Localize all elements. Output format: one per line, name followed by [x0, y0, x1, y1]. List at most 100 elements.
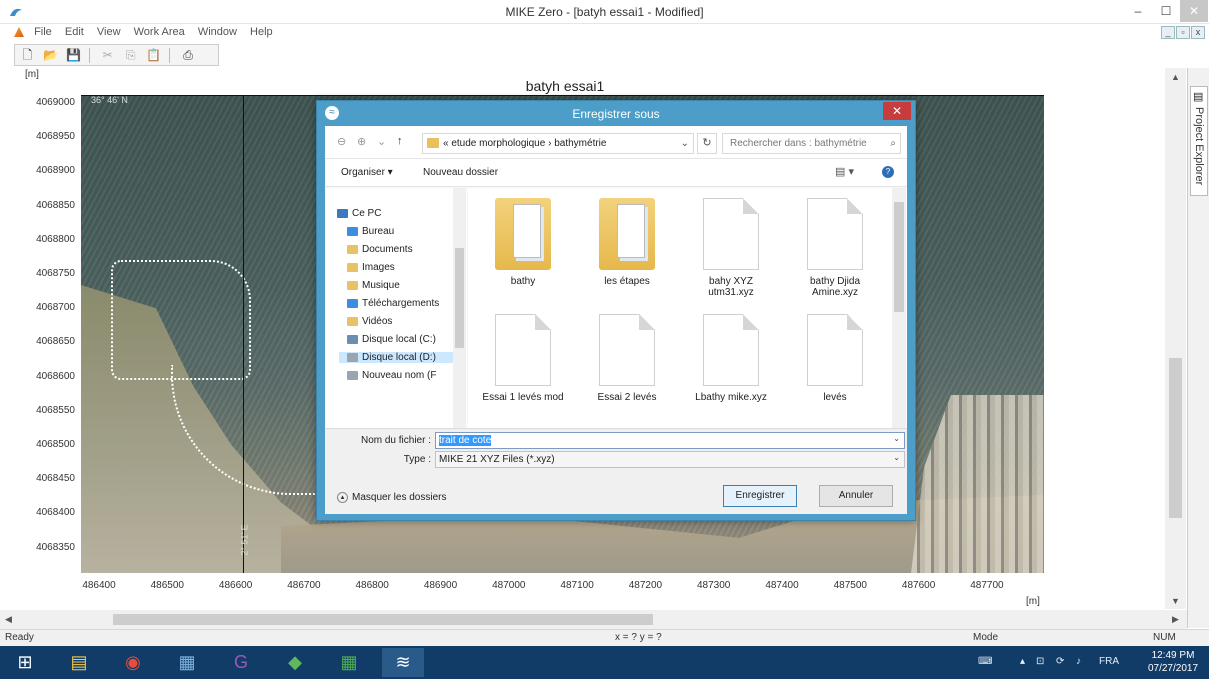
nav-item-disk-f[interactable]: Nouveau nom (F	[347, 370, 436, 381]
nav-item-disk-c[interactable]: Disque local (C:)	[347, 334, 436, 345]
scroll-up-icon[interactable]: ▲	[1171, 72, 1180, 82]
hide-folders-toggle[interactable]: ▴ Masquer les dossiers	[337, 492, 446, 503]
save-icon[interactable]: 💾	[66, 48, 81, 63]
chevron-down-icon[interactable]: ⌄	[893, 453, 900, 462]
menu-work-area[interactable]: Work Area	[129, 24, 190, 40]
menu-help[interactable]: Help	[245, 24, 278, 40]
mike-zero-task-icon[interactable]: ≋	[382, 648, 424, 677]
chrome-icon[interactable]: ◉	[112, 648, 154, 677]
file-item-bathy[interactable]: bathy	[478, 198, 568, 287]
nav-item-videos[interactable]: Vidéos	[347, 316, 392, 327]
keyboard-icon[interactable]: ⌨	[978, 656, 992, 667]
nav-scroll-thumb[interactable]	[455, 248, 464, 348]
scroll-right-icon[interactable]: ▶	[1172, 614, 1179, 625]
vertical-scroll-thumb[interactable]	[1169, 358, 1182, 518]
cancel-button[interactable]: Annuler	[819, 485, 893, 507]
sync-icon[interactable]: ⟳	[1056, 656, 1064, 667]
breadcrumb-bathymetrie[interactable]: bathymétrie	[554, 138, 606, 149]
nav-item-images[interactable]: Images	[347, 262, 395, 273]
nav-item-disk-d[interactable]: Disque local (D:)	[339, 352, 453, 363]
mdi-close-button[interactable]: x	[1191, 26, 1205, 39]
file-item-les-etapes[interactable]: les étapes	[582, 198, 672, 287]
x-tick-label: 486900	[423, 580, 458, 591]
file-item-essai1[interactable]: Essai 1 levés mod	[478, 314, 568, 403]
scroll-left-icon[interactable]: ◀	[5, 614, 12, 625]
save-button[interactable]: Enregistrer	[723, 485, 797, 507]
file-item-lbathy[interactable]: Lbathy mike.xyz	[686, 314, 776, 403]
menu-view[interactable]: View	[92, 24, 126, 40]
excel-icon[interactable]: ▦	[328, 648, 370, 677]
address-dropdown-icon[interactable]: ⌄	[681, 134, 689, 153]
scroll-down-icon[interactable]: ▼	[1171, 596, 1180, 606]
search-icon[interactable]: ⌕	[890, 134, 896, 153]
y-tick-label: 4068950	[36, 131, 75, 143]
horizontal-scroll-thumb[interactable]	[113, 614, 653, 625]
status-bar: Ready x = ? y = ? Mode NUM	[0, 629, 1209, 646]
dialog-help-icon[interactable]: ?	[882, 166, 894, 178]
x-tick-label: 487600	[901, 580, 936, 591]
clock-time: 12:49 PM	[1151, 650, 1195, 661]
maps-app-icon[interactable]: ◆	[274, 648, 316, 677]
mdi-minimize-button[interactable]: _	[1161, 26, 1175, 39]
cut-icon[interactable]: ✂	[100, 48, 115, 63]
chevron-down-icon[interactable]: ⌄	[893, 434, 900, 443]
paste-icon[interactable]: 📋	[146, 48, 161, 63]
dialog-body: ⊖ ⊕ ⌄ ↑ « etude morphologique › bathymét…	[325, 126, 907, 514]
y-tick-label: 4069000	[36, 97, 75, 108]
nav-item-ce-pc[interactable]: Ce PC	[337, 208, 381, 219]
clock[interactable]: 12:49 PM 07/27/2017	[1140, 649, 1206, 675]
language-indicator[interactable]: FRA	[1099, 656, 1119, 667]
document-icon	[495, 314, 551, 386]
maximize-button[interactable]: ☐	[1152, 0, 1180, 22]
pdf-creator-icon[interactable]: G	[220, 648, 262, 677]
organize-button[interactable]: Organiser ▾	[341, 167, 393, 178]
nav-item-musique[interactable]: Musique	[347, 280, 400, 291]
minimize-button[interactable]: –	[1124, 0, 1152, 22]
file-item-leves[interactable]: levés	[790, 314, 880, 403]
menu-edit[interactable]: Edit	[60, 24, 89, 40]
menu-file[interactable]: File	[29, 24, 57, 40]
vertical-scrollbar[interactable]: ▲ ▼	[1165, 68, 1186, 609]
file-type-select[interactable]: MIKE 21 XYZ Files (*.xyz) ⌄	[435, 451, 905, 468]
open-icon[interactable]: 📂	[43, 48, 58, 63]
new-folder-button[interactable]: Nouveau dossier	[423, 167, 498, 178]
dialog-close-button[interactable]: ✕	[883, 102, 911, 120]
copy-icon[interactable]: ⎘	[123, 48, 138, 63]
volume-icon[interactable]: ♪	[1076, 656, 1081, 667]
tray-expand-icon[interactable]: ▴	[1020, 656, 1025, 667]
file-list-scrollbar[interactable]	[892, 188, 906, 428]
file-list-scroll-thumb[interactable]	[894, 202, 904, 312]
network-icon[interactable]: ⊡	[1036, 656, 1044, 667]
word-icon[interactable]: ▦	[166, 648, 208, 677]
file-explorer-icon[interactable]: ▤	[58, 648, 100, 677]
filename-input[interactable]: trait de cote ⌄	[435, 432, 905, 449]
save-form: Nom du fichier : trait de cote ⌄ Type : M…	[325, 428, 907, 514]
new-icon[interactable]: 🗋	[20, 48, 35, 63]
nav-scrollbar[interactable]	[453, 188, 466, 428]
nav-item-bureau[interactable]: Bureau	[347, 226, 394, 237]
view-options-icon[interactable]: ▤ ▾	[835, 165, 854, 178]
print-icon[interactable]: ⎙	[181, 48, 196, 63]
up-icon[interactable]: ↑	[397, 135, 403, 147]
mdi-restore-button[interactable]: ▫	[1176, 26, 1190, 39]
breadcrumb-etude-morphologique[interactable]: etude morphologique	[451, 138, 545, 149]
forward-icon[interactable]: ⊕	[357, 135, 366, 148]
start-icon[interactable]: ⊞	[4, 648, 46, 677]
project-explorer-tab[interactable]: ▤ Project Explorer	[1190, 86, 1208, 196]
file-type-value: MIKE 21 XYZ Files (*.xyz)	[439, 454, 555, 465]
file-item-bahy-xyz[interactable]: bahy XYZ utm31.xyz	[686, 198, 776, 298]
address-bar[interactable]: « etude morphologique › bathymétrie ⌄	[422, 133, 694, 154]
horizontal-scrollbar[interactable]: ◀ ▶	[0, 610, 1187, 629]
back-icon[interactable]: ⊖	[337, 135, 346, 148]
refresh-icon[interactable]: ↻	[697, 133, 717, 154]
nav-item-documents[interactable]: Documents	[347, 244, 413, 255]
search-input[interactable]: Rechercher dans : bathymétrie ⌕	[722, 133, 901, 154]
close-button[interactable]: ✕	[1180, 0, 1208, 22]
x-tick-label: 486500	[150, 580, 184, 591]
file-item-bathy-djida[interactable]: bathy Djida Amine.xyz	[790, 198, 880, 298]
nav-item-telechargements[interactable]: Téléchargements	[347, 298, 439, 309]
file-item-essai2[interactable]: Essai 2 levés	[582, 314, 672, 403]
recent-dropdown-icon[interactable]: ⌄	[377, 135, 386, 148]
menu-window[interactable]: Window	[193, 24, 242, 40]
status-mode: Mode	[973, 632, 999, 643]
